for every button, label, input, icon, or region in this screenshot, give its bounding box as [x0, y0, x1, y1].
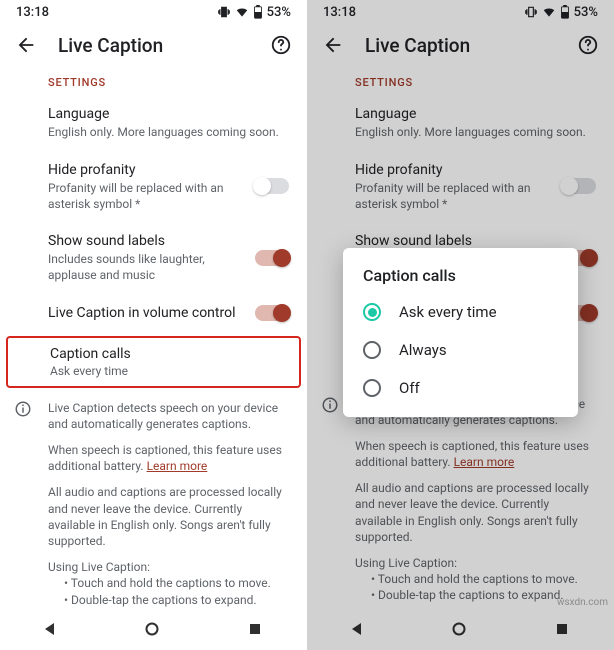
setting-sub: Ask every time	[50, 364, 287, 378]
battery-icon	[560, 5, 570, 19]
info-icon	[321, 396, 339, 418]
nav-back-icon[interactable]	[350, 622, 366, 638]
wifi-icon	[235, 5, 249, 19]
status-bar: 13:18 53%	[307, 0, 614, 24]
info-text: Using Live Caption: • Touch and hold the…	[48, 559, 289, 608]
vibrate-icon	[524, 5, 538, 19]
vibrate-icon	[217, 5, 231, 19]
radio-option-off[interactable]: Off	[343, 369, 578, 407]
setting-language[interactable]: Language English only. More languages co…	[0, 95, 307, 151]
radio-label: Ask every time	[399, 303, 497, 321]
info-text: Live Caption detects speech on your devi…	[48, 400, 289, 432]
radio-label: Always	[399, 341, 447, 359]
toggle-hide-profanity[interactable]	[255, 178, 289, 194]
nav-bar	[0, 610, 307, 650]
nav-recent-icon[interactable]	[248, 622, 264, 638]
learn-more-link[interactable]: Learn more	[454, 455, 515, 469]
section-header: SETTINGS	[307, 66, 614, 95]
toggle-sound-labels[interactable]	[255, 250, 289, 266]
setting-sub: English only. More languages coming soon…	[48, 125, 289, 141]
nav-bar	[307, 610, 614, 650]
setting-caption-calls-highlighted[interactable]: Caption calls Ask every time	[6, 336, 301, 388]
info-icon	[14, 400, 32, 422]
help-icon[interactable]	[576, 33, 600, 57]
status-right: 53%	[524, 5, 598, 20]
page-title: Live Caption	[365, 34, 556, 57]
info-text: All audio and captions are processed loc…	[48, 484, 289, 549]
back-icon[interactable]	[321, 33, 345, 57]
nav-back-icon[interactable]	[43, 622, 59, 638]
app-bar: Live Caption	[0, 24, 307, 66]
setting-title: Show sound labels	[48, 232, 245, 250]
setting-title: Language	[48, 105, 289, 123]
battery-icon	[253, 5, 263, 19]
radio-icon	[363, 341, 381, 359]
info-block: Live Caption detects speech on your devi…	[307, 388, 614, 611]
toggle-volume-control[interactable]	[255, 305, 289, 321]
setting-title: Live Caption in volume control	[48, 304, 245, 322]
info-text: When speech is captioned, this feature u…	[48, 442, 289, 474]
status-right: 53%	[217, 5, 291, 20]
phone-left: 13:18 53% Live Caption SETTINGS Language…	[0, 0, 307, 650]
setting-sub: Profanity will be replaced with an aster…	[48, 181, 245, 212]
caption-calls-dialog: Caption calls Ask every time Always Off	[343, 248, 578, 417]
status-battery-text: 53%	[267, 5, 291, 20]
back-icon[interactable]	[14, 33, 38, 57]
app-bar: Live Caption	[307, 24, 614, 66]
nav-recent-icon[interactable]	[555, 622, 571, 638]
setting-language[interactable]: Language English only. More languages co…	[307, 95, 614, 151]
radio-icon	[363, 303, 381, 321]
learn-more-link[interactable]: Learn more	[147, 459, 208, 473]
setting-title: Hide profanity	[48, 161, 245, 179]
status-bar: 13:18 53%	[0, 0, 307, 24]
toggle-hide-profanity[interactable]	[562, 178, 596, 194]
nav-home-icon[interactable]	[145, 622, 161, 638]
status-battery-text: 53%	[574, 5, 598, 20]
setting-volume-control[interactable]: Live Caption in volume control	[0, 294, 307, 332]
radio-label: Off	[399, 379, 420, 397]
dialog-title: Caption calls	[343, 266, 578, 293]
nav-home-icon[interactable]	[452, 622, 468, 638]
radio-option-ask[interactable]: Ask every time	[343, 293, 578, 331]
help-icon[interactable]	[269, 33, 293, 57]
radio-icon	[363, 379, 381, 397]
wifi-icon	[542, 5, 556, 19]
setting-sound-labels[interactable]: Show sound labels Includes sounds like l…	[0, 222, 307, 293]
setting-hide-profanity[interactable]: Hide profanity Profanity will be replace…	[307, 151, 614, 222]
phone-right: 13:18 53% Live Caption SETTINGS Language…	[307, 0, 614, 650]
setting-title: Caption calls	[50, 346, 287, 362]
status-time: 13:18	[16, 5, 49, 20]
settings-content: SETTINGS Language English only. More lan…	[0, 66, 307, 610]
setting-hide-profanity[interactable]: Hide profanity Profanity will be replace…	[0, 151, 307, 222]
status-time: 13:18	[323, 5, 356, 20]
section-header: SETTINGS	[0, 66, 307, 95]
radio-option-always[interactable]: Always	[343, 331, 578, 369]
watermark: wsxdn.com	[557, 597, 608, 608]
setting-sub: Includes sounds like laughter, applause …	[48, 252, 245, 283]
info-block: Live Caption detects speech on your devi…	[0, 392, 307, 610]
page-title: Live Caption	[58, 34, 249, 57]
